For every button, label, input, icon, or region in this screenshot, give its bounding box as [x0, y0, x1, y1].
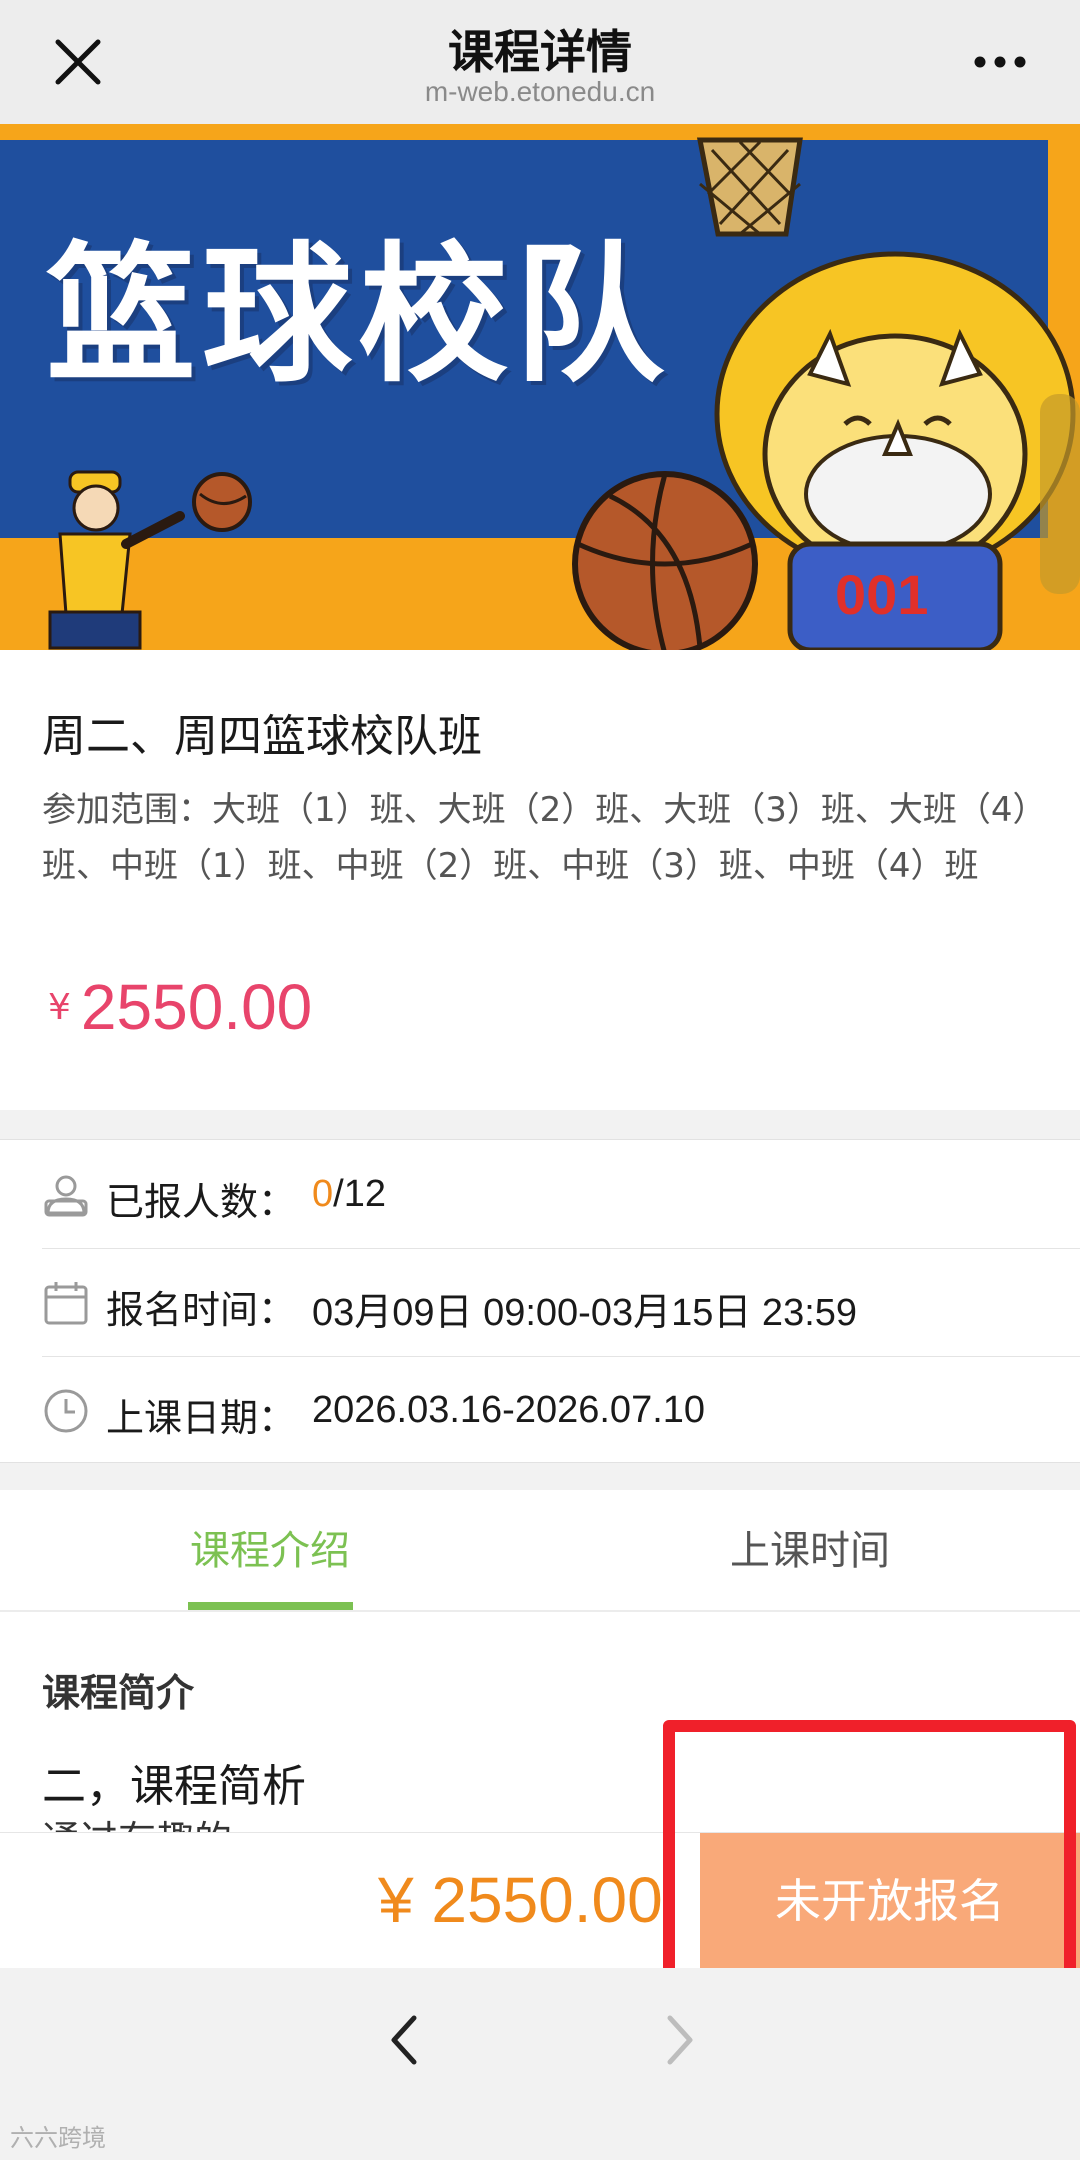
- player-figure-icon: [48, 470, 252, 650]
- course-scope: 参加范围：大班（1）班、大班（2）班、大班（3）班、大班（4）班、中班（1）班、…: [42, 790, 1030, 886]
- enrolled-row: 已报人数： 0/12: [0, 1141, 1080, 1249]
- class-date-value: 2026.03.16-2026.07.10: [312, 1389, 706, 1431]
- calendar-icon: [44, 1282, 88, 1325]
- watermark: 六六跨境: [10, 2124, 106, 2152]
- basketball-icon: [572, 471, 758, 650]
- browser-bottom-bar: [0, 1968, 1080, 2160]
- course-info-card: 周二、周四篮球校队班 参加范围：大班（1）班、大班（2）班、大班（3）班、大班（…: [0, 650, 1080, 1110]
- section-text: 通过有趣的…: [42, 1818, 942, 1832]
- price-amount: 2550.00: [80, 971, 313, 1043]
- banner-illustration: 001: [48, 137, 1080, 650]
- svg-text:001: 001: [835, 563, 928, 626]
- course-price: ¥2550.00: [48, 970, 312, 1044]
- active-tab-indicator: [188, 1602, 353, 1610]
- clock-icon: [44, 1389, 88, 1433]
- chevron-right-icon[interactable]: [664, 2014, 698, 2066]
- signup-time-value: 03月09日 09:00-03月15日 23:59: [312, 1292, 858, 1334]
- basketball-hoop-icon: [696, 137, 803, 237]
- intro-heading: 课程简介: [42, 1671, 195, 1715]
- detail-tabs: 课程介绍 上课时间: [0, 1490, 1080, 1612]
- signup-time-row: 报名时间： 03月09日 09:00-03月15日 23:59: [0, 1249, 1080, 1357]
- section-heading: 二，课程简析: [42, 1761, 306, 1812]
- course-banner: 篮球校队 001: [0, 124, 1080, 650]
- page-title: 课程详情: [448, 25, 632, 79]
- signup-time-label: 报名时间：: [106, 1288, 297, 1332]
- enrolled-label: 已报人数：: [106, 1180, 297, 1224]
- section-divider: [0, 1110, 1080, 1140]
- page-domain: m-web.etonedu.cn: [424, 76, 656, 107]
- section-divider: [0, 1462, 1080, 1490]
- signup-button[interactable]: 未开放报名: [700, 1833, 1080, 1969]
- currency-symbol: ¥: [48, 987, 71, 1028]
- tab-course-intro[interactable]: 课程介绍: [0, 1490, 540, 1612]
- dinosaur-mascot-icon: 001: [714, 251, 1076, 650]
- chevron-left-icon[interactable]: [386, 2014, 420, 2066]
- person-icon: [44, 1175, 88, 1217]
- enrolled-count: 0: [312, 1173, 334, 1215]
- more-icon[interactable]: [972, 54, 1028, 70]
- enrolled-value: 0/12: [312, 1173, 386, 1216]
- course-name: 周二、周四篮球校队班: [42, 711, 482, 762]
- class-date-label: 上课日期：: [106, 1396, 297, 1440]
- bottom-action-bar: ¥ 2550.00 未开放报名: [0, 1832, 1080, 1969]
- enrolled-capacity: /12: [333, 1173, 386, 1215]
- tab-class-time[interactable]: 上课时间: [540, 1490, 1080, 1612]
- class-date-row: 上课日期： 2026.03.16-2026.07.10: [0, 1357, 1080, 1465]
- top-nav-bar: 课程详情 m-web.etonedu.cn: [0, 0, 1080, 124]
- bottom-price: ¥ 2550.00: [378, 1864, 663, 1936]
